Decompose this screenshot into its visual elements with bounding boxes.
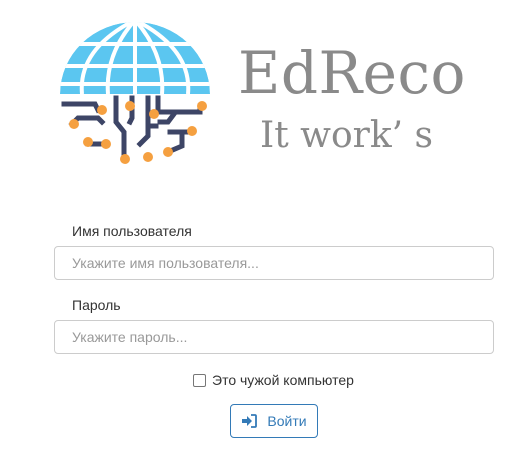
edreco-logo — [60, 22, 210, 164]
remember-row[interactable]: Это чужой компьютер — [193, 372, 354, 388]
brand-name: EdReco — [238, 39, 466, 107]
globe-icon — [60, 22, 210, 94]
brand-tagline: It work’ s — [260, 115, 434, 156]
remember-label[interactable]: Это чужой компьютер — [212, 372, 354, 388]
password-label: Пароль — [72, 297, 121, 313]
remember-checkbox[interactable] — [193, 373, 206, 387]
password-input[interactable] — [54, 320, 494, 354]
login-button[interactable]: Войти — [230, 404, 318, 438]
username-input[interactable] — [54, 246, 494, 280]
sign-in-icon — [242, 414, 258, 428]
login-button-label: Войти — [267, 413, 307, 429]
username-label: Имя пользователя — [72, 223, 192, 239]
